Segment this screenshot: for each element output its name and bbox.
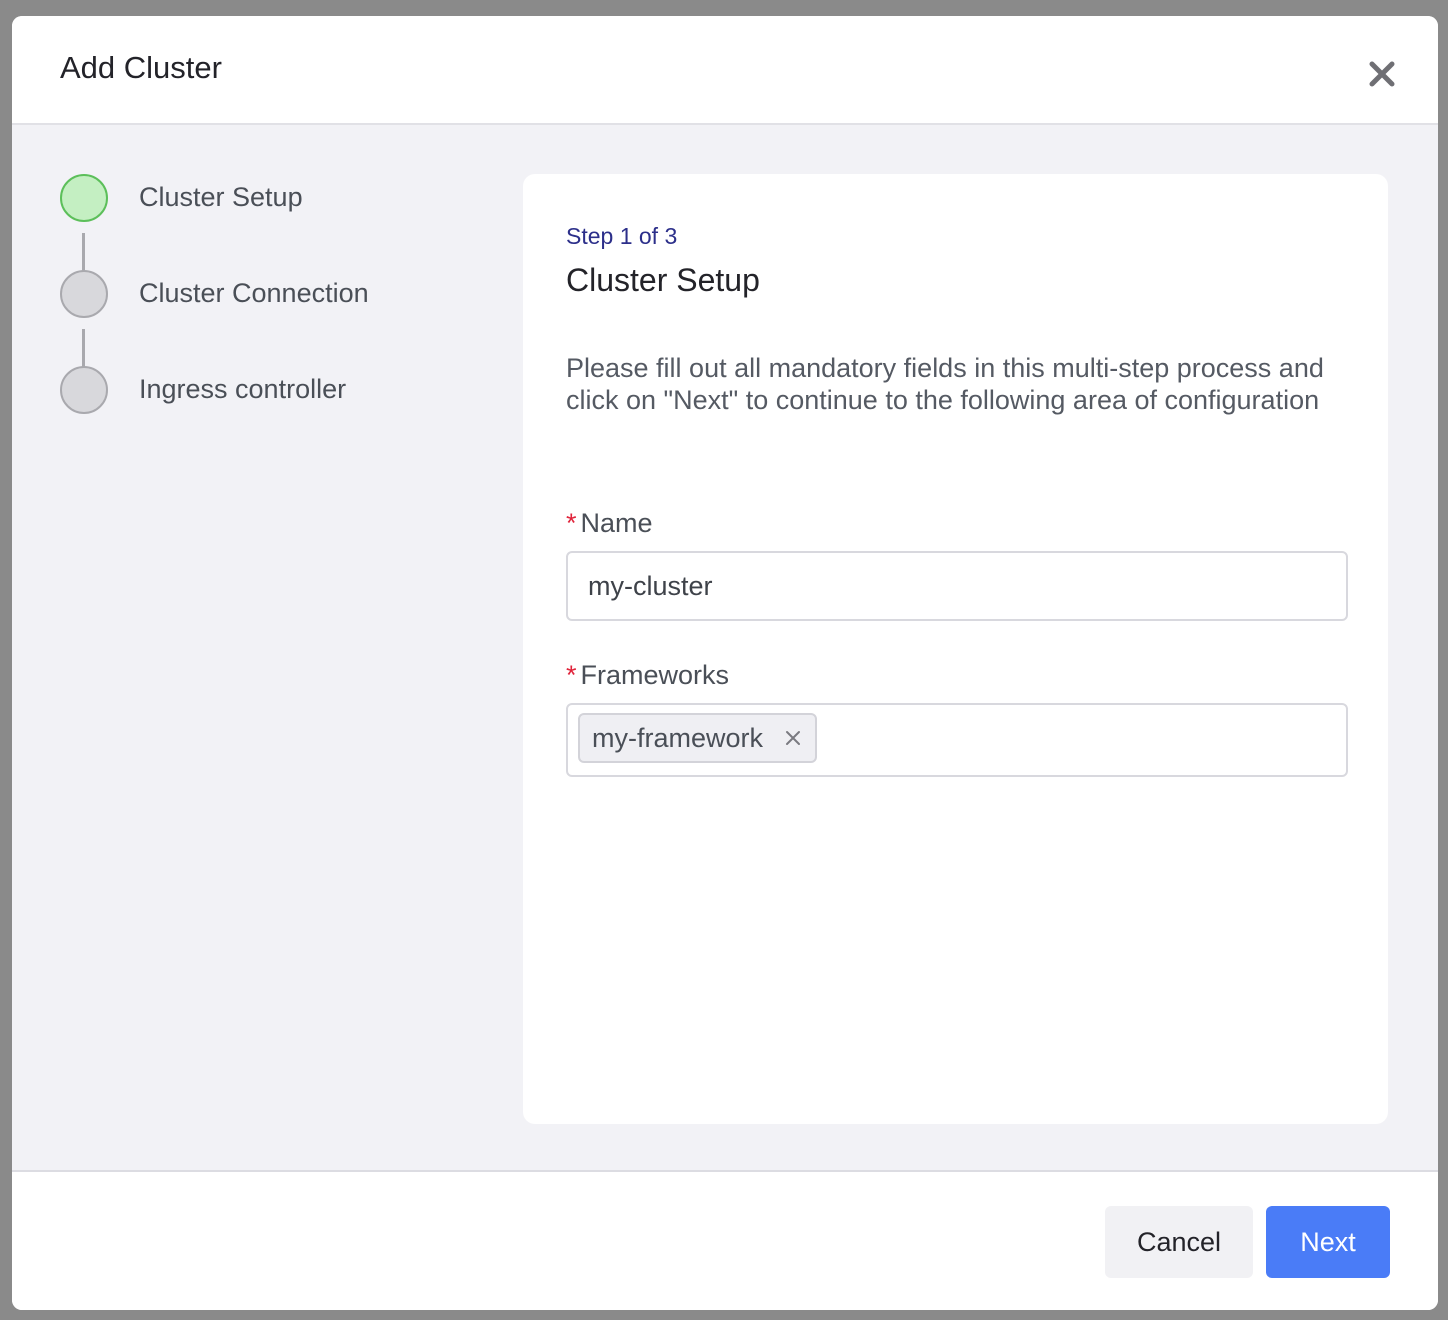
tag-label: my-framework bbox=[592, 722, 764, 753]
step-label: Ingress controller bbox=[139, 374, 347, 404]
modal-footer: Cancel Next bbox=[12, 1174, 1438, 1310]
close-icon[interactable] bbox=[1368, 60, 1396, 88]
step-indicator bbox=[60, 366, 108, 414]
modal-title: Add Cluster bbox=[60, 50, 222, 85]
name-field-label: * Name bbox=[566, 508, 653, 539]
name-label-text: Name bbox=[580, 508, 653, 538]
frameworks-field-label: * Frameworks bbox=[566, 660, 729, 691]
modal-header: Add Cluster bbox=[12, 16, 1438, 125]
add-cluster-modal: Add Cluster Cluster Setup Cluster Connec… bbox=[12, 16, 1438, 1310]
next-button[interactable]: Next bbox=[1266, 1206, 1390, 1278]
tag-remove-icon[interactable] bbox=[785, 730, 801, 746]
cancel-button[interactable]: Cancel bbox=[1105, 1206, 1253, 1278]
required-marker: * bbox=[566, 660, 577, 690]
step-counter: Step 1 of 3 bbox=[566, 223, 678, 249]
step-indicator-active bbox=[60, 174, 108, 222]
modal-body: Cluster Setup Cluster Connection Ingress… bbox=[12, 125, 1438, 1172]
step-content-card: Step 1 of 3 Cluster Setup Please fill ou… bbox=[523, 174, 1388, 1124]
frameworks-multiselect[interactable]: my-framework bbox=[566, 703, 1348, 777]
required-marker: * bbox=[566, 508, 577, 538]
step-title: Cluster Setup bbox=[566, 262, 760, 298]
step-indicator bbox=[60, 270, 108, 318]
step-label: Cluster Setup bbox=[139, 182, 303, 212]
step-label: Cluster Connection bbox=[139, 278, 369, 308]
frameworks-label-text: Frameworks bbox=[580, 660, 730, 690]
framework-tag: my-framework bbox=[578, 713, 818, 763]
step-description: Please fill out all mandatory fields in … bbox=[566, 353, 1324, 415]
name-input[interactable] bbox=[566, 551, 1348, 621]
